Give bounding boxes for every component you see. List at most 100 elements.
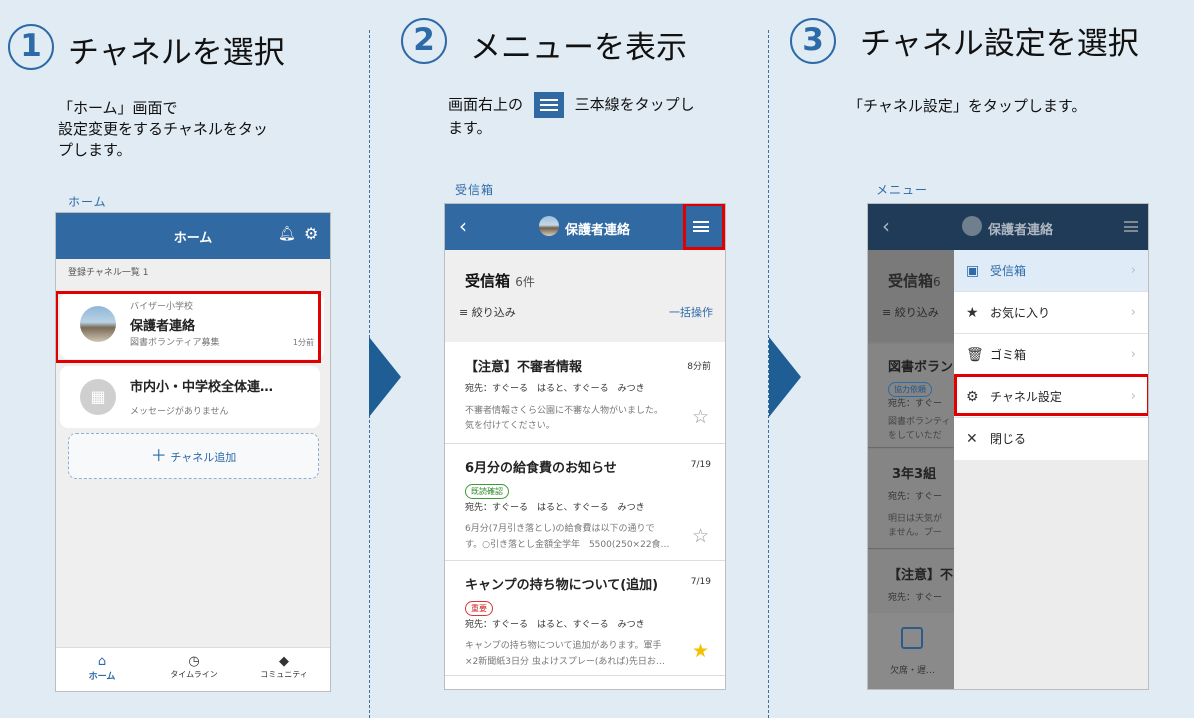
dim-bottom-label: 欠席・遅…: [890, 666, 936, 676]
trash-icon: 🗑︎: [966, 347, 984, 363]
nav-timeline[interactable]: ◷ タイムライン: [164, 654, 224, 680]
step-1-caption: ホーム: [68, 195, 107, 209]
back-icon[interactable]: ‹: [459, 214, 467, 238]
home-screen: ホーム 🔔︎ ⚙ 登録チャネル一覧 1 バイザー小学校 保護者連絡 図書ボランテ…: [55, 212, 331, 692]
message-body-line2: ×2新聞紙3日分 虫よけスプレー(あれば)先日お…: [465, 657, 665, 667]
dim-message-l2: 図書ボランティ: [888, 417, 951, 427]
menu-item-trash[interactable]: 🗑︎ ゴミ箱 ›: [954, 334, 1148, 376]
message-body-line1: 不審者情報さくら公園に不審な人物がいました。: [465, 406, 664, 416]
message-recipients: 宛先：すぐーる はると、すぐーる みつき: [465, 503, 645, 513]
chevron-right-icon: ›: [1130, 305, 1136, 320]
highlight-menu-button: [683, 204, 725, 250]
step-2-desc-c: ます。: [448, 119, 492, 137]
dim-bottom-bar: 欠席・遅…: [868, 613, 954, 689]
dim-message-title: 【注意】不: [888, 568, 954, 583]
side-menu: ▣ 受信箱 › ★ お気に入り › 🗑︎ ゴミ箱 › ⚙ チャネル設定 › ✕ …: [954, 250, 1148, 689]
nav-community[interactable]: ◆ コミュニティ: [254, 654, 314, 680]
community-icon: ◆: [279, 654, 289, 669]
dim-message-tag: 協力依頼: [888, 377, 932, 397]
building-icon: ▦: [80, 379, 116, 415]
read-confirm-tag: 既読確認: [465, 484, 509, 499]
menu-empty-area: [954, 460, 1148, 689]
favorite-star-icon[interactable]: ☆: [692, 406, 709, 428]
inbox-header: 受信箱 6件 ≡ 絞り込み 一括操作: [445, 250, 725, 342]
message-row[interactable]: キャンプの持ち物について(追加) 7/19 重要 宛先：すぐーる はると、すぐー…: [445, 562, 725, 676]
bulk-action-button[interactable]: 一括操作: [669, 304, 713, 320]
step-3-title: チャネル設定を選択: [860, 26, 1139, 62]
channel-row[interactable]: ▦ 市内小・中学校全体連… メッセージがありません: [60, 366, 320, 428]
nav-home[interactable]: ⌂ ホーム: [82, 654, 122, 682]
step-2-title: メニューを表示: [470, 30, 687, 66]
step-2-caption: 受信箱: [455, 183, 495, 197]
menu-item-inbox-label: 受信箱: [990, 264, 1027, 278]
inbox-count: 6件: [515, 275, 535, 289]
message-title: キャンプの持ち物について(追加): [465, 578, 659, 593]
dim-heading-count: 6: [933, 275, 941, 289]
step-1-number: 1: [8, 24, 54, 70]
channel-list-header: 登録チャネル一覧 1: [68, 268, 149, 278]
dim-heading: 受信箱6: [888, 270, 941, 291]
dim-message-title: 図書ボラン: [888, 360, 954, 375]
dim-message-l1: 宛先：すぐー: [888, 593, 943, 603]
step-2-description: 画面右上の 三本線をタップし ます。: [448, 92, 758, 139]
step-1-description: 「ホーム」画面で 設定変更をするチャネルをタッ プします。: [58, 99, 268, 159]
highlight-channel: [56, 291, 321, 363]
dim-heading-text: 受信箱: [888, 272, 934, 290]
favorite-star-filled-icon[interactable]: ★: [692, 640, 709, 662]
message-time: 7/19: [690, 460, 711, 470]
inbox-tray-icon: ▣: [966, 263, 980, 279]
dim-message-title: 3年3組: [892, 467, 937, 482]
highlight-channel-settings: [954, 374, 1148, 416]
message-row[interactable]: 6月分の給食費のお知らせ 7/19 既読確認 宛先：すぐーる はると、すぐーる …: [445, 445, 725, 561]
message-tag: 重要: [465, 596, 493, 616]
menu-item-favorites[interactable]: ★ お気に入り ›: [954, 292, 1148, 334]
dim-message: 図書ボラン 協力依頼 宛先：すぐー 図書ボランティ をしていただ: [868, 344, 954, 448]
filter-button[interactable]: ≡ 絞り込み: [459, 304, 516, 320]
bottom-nav: ⌂ ホーム ◷ タイムライン ◆ コミュニティ: [56, 647, 330, 691]
dim-message: 3年3組 宛先：すぐー 明日は天気が ません。プー: [868, 449, 954, 549]
next-arrow-2: [769, 337, 801, 417]
clock-icon: ◷: [188, 654, 200, 669]
plus-icon: ＋: [150, 446, 167, 465]
gear-icon[interactable]: ⚙: [304, 224, 318, 243]
add-channel-button[interactable]: ＋ チャネル追加: [68, 433, 319, 479]
nav-timeline-label: タイムライン: [170, 670, 218, 679]
menu-item-close-label: 閉じる: [990, 432, 1027, 446]
dim-message-l1: 宛先：すぐー: [888, 399, 943, 409]
hamburger-menu-icon[interactable]: [1124, 221, 1138, 232]
step-1-title: チャネルを選択: [68, 35, 285, 71]
message-row[interactable]: 【注意】不審者情報 8分前 宛先：すぐーる はると、すぐーる みつき 不審者情報…: [445, 344, 725, 444]
back-icon[interactable]: ‹: [882, 214, 890, 238]
important-tag: 重要: [465, 601, 493, 616]
menu-item-inbox[interactable]: ▣ 受信箱 ›: [954, 250, 1148, 292]
inbox-title: 保護者連絡: [565, 223, 631, 238]
message-time: 8分前: [687, 362, 711, 372]
dim-message-l1: 宛先：すぐー: [888, 492, 943, 502]
dim-message: 【注意】不 宛先：すぐー: [868, 550, 954, 614]
hamburger-icon: [533, 92, 564, 118]
bell-icon[interactable]: 🔔︎: [278, 226, 296, 242]
step-2-desc-a: 画面右上の: [448, 95, 524, 114]
step-3-description: 「チャネル設定」をタップします。: [848, 97, 1087, 115]
message-title: 6月分の給食費のお知らせ: [465, 461, 617, 476]
message-recipients: 宛先：すぐーる はると、すぐーる みつき: [465, 620, 645, 630]
home-icon: ⌂: [97, 654, 107, 669]
message-time: 7/19: [690, 577, 711, 587]
star-icon: ★: [966, 305, 979, 321]
dim-tag-label: 協力依頼: [888, 382, 932, 397]
message-body-line2: 気を付けてください。: [465, 421, 555, 431]
dim-filter: ≡ 絞り込み: [882, 306, 939, 319]
step-2-number: 2: [401, 18, 447, 64]
message-recipients: 宛先：すぐーる はると、すぐーる みつき: [465, 384, 645, 394]
inbox-screen: ‹ 保護者連絡 受信箱 6件 ≡ 絞り込み 一括操作 【注意】不審者情報 8分前…: [444, 203, 726, 690]
message-title: 【注意】不審者情報: [465, 360, 583, 375]
dim-message-l3: ません。プー: [888, 528, 942, 538]
menu-item-favorites-label: お気に入り: [990, 306, 1051, 320]
message-body-line1: キャンプの持ち物について追加があります。軍手: [465, 641, 662, 651]
favorite-star-icon[interactable]: ☆: [692, 525, 709, 547]
message-body-line1: 6月分(7月引き落とし)の給食費は以下の通りで: [465, 524, 655, 534]
dim-inbox-header: 受信箱6 ≡ 絞り込み: [868, 250, 954, 342]
channel-photo-icon: [539, 216, 559, 236]
menu-item-close[interactable]: ✕ 閉じる: [954, 418, 1148, 460]
dim-filter-label: 絞り込み: [894, 306, 939, 319]
